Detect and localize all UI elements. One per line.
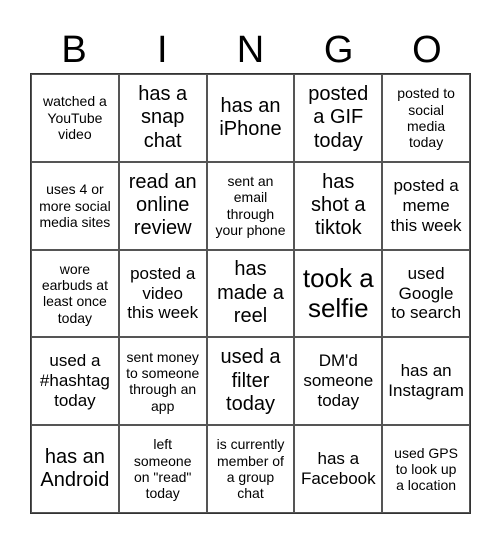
header-letter-g: G — [323, 29, 354, 71]
bingo-cell[interactable]: has an Android — [31, 425, 119, 513]
bingo-cell[interactable]: posted a meme this week — [382, 161, 470, 250]
bingo-cell[interactable]: took a selfie — [294, 249, 383, 338]
bingo-cell[interactable]: used Google to search — [382, 249, 470, 338]
bingo-cell[interactable]: has shot a tiktok — [294, 161, 383, 250]
bingo-cell[interactable]: posted to social media today — [382, 74, 470, 162]
bingo-cell[interactable]: read an online review — [118, 161, 207, 250]
bingo-cell[interactable]: has a Facebook — [294, 425, 383, 513]
bingo-cell[interactable]: used a filter today — [206, 337, 295, 426]
bingo-cell[interactable]: has an Instagram — [382, 337, 470, 426]
header-letter-i: I — [157, 29, 168, 71]
bingo-grid: watched a YouTube video has a snap chat ha… — [30, 73, 471, 514]
header-letter-b: B — [61, 29, 87, 71]
header-letter-o: O — [412, 29, 442, 71]
bingo-cell[interactable]: has an iPhone — [206, 74, 295, 162]
bingo-cell[interactable]: posted a GIF today — [294, 74, 383, 162]
header-letter-n: N — [236, 29, 265, 71]
bingo-cell[interactable]: posted a video this week — [118, 249, 207, 338]
bingo-cell[interactable]: sent an email through your phone — [206, 161, 295, 250]
bingo-cell[interactable]: watched a YouTube video — [31, 74, 119, 162]
bingo-cell[interactable]: DM'd someone today — [294, 337, 383, 426]
bingo-cell[interactable]: wore earbuds at least once today — [31, 249, 119, 338]
bingo-cell[interactable]: used GPS to look up a location — [382, 425, 470, 513]
bingo-cell[interactable]: uses 4 or more social media sites — [31, 161, 119, 250]
bingo-cell[interactable]: left someone on "read" today — [118, 425, 207, 513]
bingo-cell[interactable]: used a #hashtag today — [31, 337, 119, 426]
bingo-cell[interactable]: has made a reel — [206, 249, 295, 338]
bingo-cell[interactable]: is currently member of a group chat — [206, 425, 295, 513]
bingo-cell[interactable]: sent money to someone through an app — [118, 337, 207, 426]
bingo-cell[interactable]: has a snap chat — [118, 74, 207, 162]
bingo-header: B I N G O — [30, 28, 471, 73]
